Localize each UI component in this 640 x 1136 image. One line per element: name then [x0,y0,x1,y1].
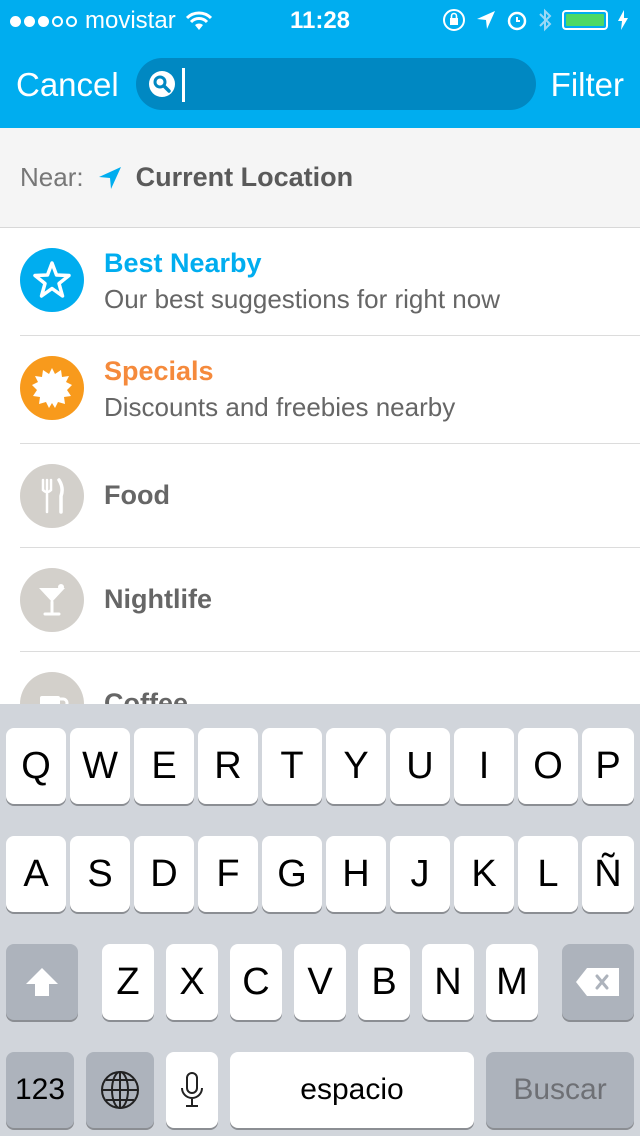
key-a[interactable]: A [6,836,66,912]
category-title: Best Nearby [104,248,262,278]
rotation-lock-icon [443,9,465,31]
globe-key[interactable] [86,1052,154,1128]
key-i[interactable]: I [454,728,514,804]
bluetooth-icon [539,8,552,32]
fork-knife-icon [20,464,84,528]
category-title: Specials [104,356,214,386]
status-icons [442,8,628,32]
key-k[interactable]: K [454,836,514,912]
key-d[interactable]: D [134,836,194,912]
key-v[interactable]: V [294,944,346,1020]
key-p[interactable]: P [582,728,634,804]
backspace-icon [576,968,619,996]
key-m[interactable]: M [486,944,538,1020]
numbers-key[interactable]: 123 [6,1052,74,1128]
burst-icon [20,356,84,420]
shift-arrow-icon [26,968,58,996]
key-r[interactable]: R [198,728,258,804]
battery-icon [562,10,608,30]
list-item-coffee[interactable]: Coffee [0,652,640,704]
list-item-best-nearby[interactable]: Best Nearby Our best suggestions for rig… [0,228,640,336]
list-item-food[interactable]: Food [0,444,640,548]
cocktail-icon [20,568,84,632]
text-cursor [182,68,185,102]
key-n-tilde[interactable]: Ñ [582,836,634,912]
delete-key[interactable] [562,944,634,1020]
category-list: Best Nearby Our best suggestions for rig… [0,228,640,704]
category-title: Nightlife [104,584,212,614]
search-field[interactable] [136,58,536,110]
coffee-cup-icon [20,672,84,704]
category-subtitle: Discounts and freebies nearby [104,392,456,422]
key-l[interactable]: L [518,836,578,912]
key-o[interactable]: O [518,728,578,804]
current-location-label: Current Location [135,162,354,192]
key-f[interactable]: F [198,836,258,912]
category-title: Food [104,480,170,510]
list-item-nightlife[interactable]: Nightlife [0,548,640,652]
shift-key[interactable] [6,944,78,1020]
star-icon [20,248,84,312]
category-title: Coffee [104,688,189,704]
location-arrow-icon [98,166,121,189]
key-q[interactable]: Q [6,728,66,804]
key-n[interactable]: N [422,944,474,1020]
search-nav: Cancel Filter [0,52,640,116]
search-key[interactable]: Buscar [486,1052,634,1128]
category-subtitle: Our best suggestions for right now [104,284,500,314]
key-s[interactable]: S [70,836,130,912]
alarm-icon [507,11,527,31]
near-label: Near: [20,162,84,192]
key-j[interactable]: J [390,836,450,912]
key-b[interactable]: B [358,944,410,1020]
key-u[interactable]: U [390,728,450,804]
key-y[interactable]: Y [326,728,386,804]
cancel-button[interactable]: Cancel [16,66,119,104]
dictation-key[interactable] [166,1052,218,1128]
key-z[interactable]: Z [102,944,154,1020]
key-e[interactable]: E [134,728,194,804]
key-w[interactable]: W [70,728,130,804]
filter-button[interactable]: Filter [551,66,624,104]
search-icon [149,71,175,97]
keyboard: Q W E R T Y U I O P A S D F G H J K L Ñ … [0,704,640,1136]
top-bar: movistar 11:28 Cancel Filter [0,0,640,128]
key-h[interactable]: H [326,836,386,912]
charging-bolt-icon [618,10,628,30]
status-bar: movistar 11:28 [0,0,640,40]
space-key[interactable]: espacio [230,1052,474,1128]
key-t[interactable]: T [262,728,322,804]
globe-icon [101,1071,139,1109]
near-location-bar[interactable]: Near: Current Location [0,128,640,228]
search-input[interactable] [180,64,524,106]
microphone-icon [181,1072,203,1107]
key-g[interactable]: G [262,836,322,912]
key-c[interactable]: C [230,944,282,1020]
list-item-specials[interactable]: Specials Discounts and freebies nearby [0,336,640,444]
key-x[interactable]: X [166,944,218,1020]
location-services-icon [477,11,495,29]
